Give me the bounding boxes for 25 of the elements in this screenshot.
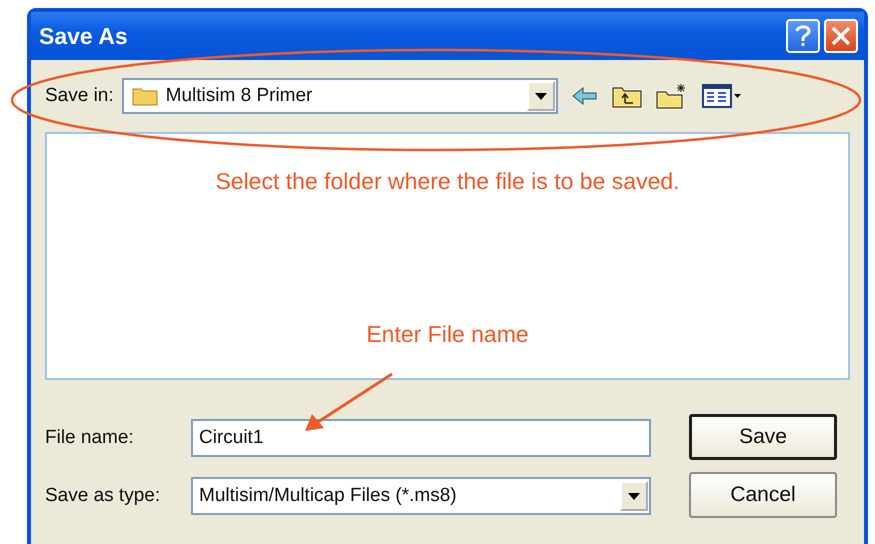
close-button[interactable] [824,19,858,53]
back-arrow-icon[interactable] [572,86,598,106]
annotation-text: Select the folder where the file is to be saved. [215,168,680,195]
dialog-button[interactable]: Save [689,414,837,460]
caret-icon [628,492,640,500]
file-type-dropdown[interactable]: Multisim/Multicap Files (*.ms8) [191,477,651,515]
field-label: File name: [45,427,135,449]
folder-name: Multisim 8 Primer [166,85,314,107]
view-menu-icon[interactable] [702,84,742,108]
dialog-button[interactable]: Cancel [689,472,837,518]
save-in-label: Save in: [45,85,114,107]
folder-icon [132,86,158,106]
new-folder-icon[interactable] [656,83,688,109]
file-type-value: Multisim/Multicap Files (*.ms8) [199,485,458,507]
dropdown-button[interactable] [526,81,555,111]
folder-dropdown[interactable]: Multisim 8 Primer [122,78,558,114]
caret-icon [534,92,547,100]
dropdown-button[interactable] [620,481,648,511]
help-button[interactable] [786,19,820,53]
window-title: Save As [39,22,129,50]
annotation-text: Enter File name [366,321,529,348]
field-label: Save as type: [45,485,162,507]
close-icon [831,26,851,46]
help-icon [795,24,811,48]
file-name-field[interactable]: Circuit1 [191,419,651,457]
